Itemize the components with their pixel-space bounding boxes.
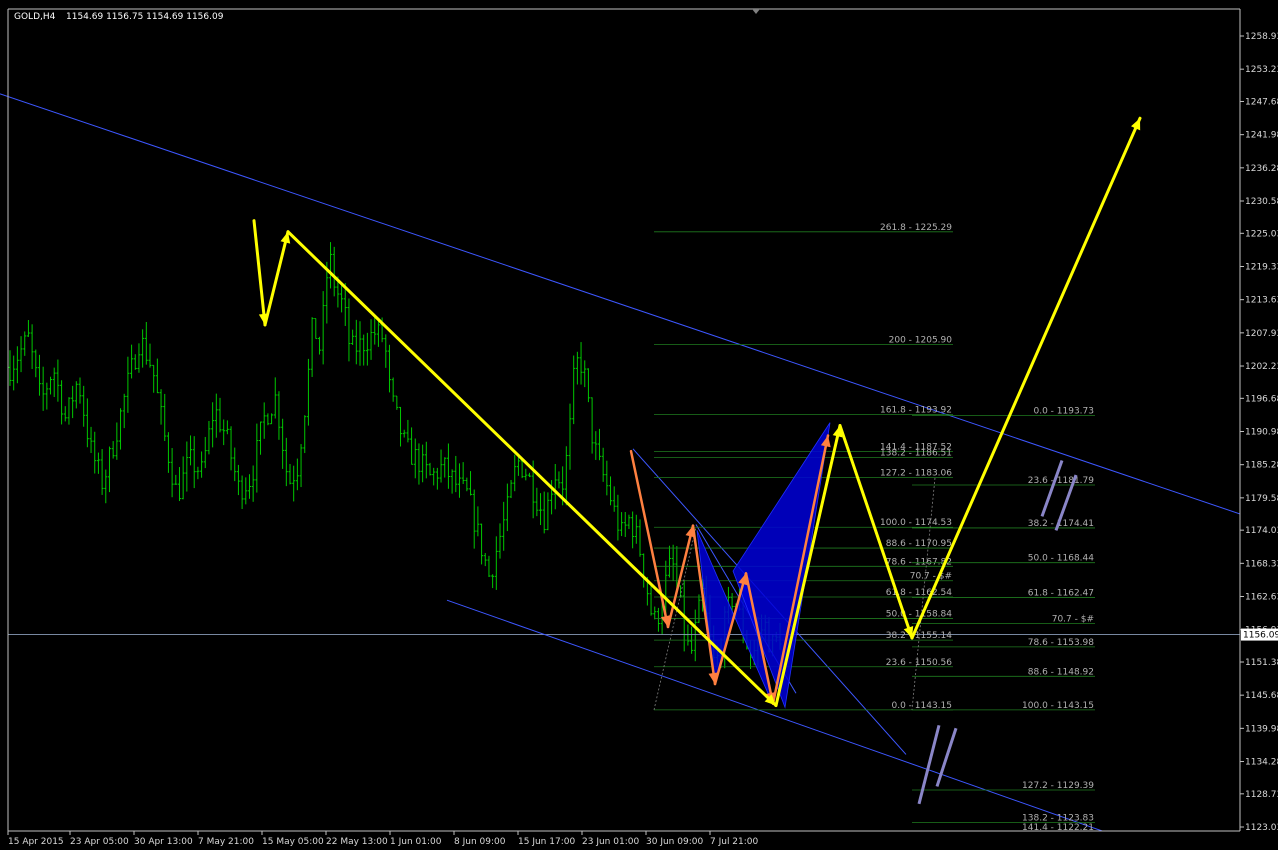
y-tick-label: 1190.98: [1245, 428, 1278, 438]
y-tick-label: 1258.93: [1245, 32, 1278, 42]
chart-background: [0, 0, 1278, 850]
fib-right-label: 23.6 - 1181.79: [1028, 476, 1094, 486]
y-tick-label: 1225.03: [1245, 229, 1278, 239]
x-tick-label: 22 May 13:00: [326, 837, 388, 847]
y-tick-label: 1196.68: [1245, 394, 1278, 404]
y-tick-label: 1168.33: [1245, 559, 1278, 569]
fib-right-label: 78.6 - 1153.98: [1028, 638, 1094, 648]
fib-right-label: 70.7 - $#: [1052, 615, 1094, 625]
x-tick-label: 15 Apr 2015: [8, 837, 64, 847]
chart-ohlc: 1154.69 1156.75 1154.69 1156.09: [66, 12, 224, 22]
fib-left-label: 200 - 1205.90: [889, 336, 953, 346]
fib-left-label: 0.0 - 1143.15: [892, 701, 953, 711]
y-tick-label: 1236.28: [1245, 164, 1278, 174]
x-tick-label: 23 Apr 05:00: [70, 837, 129, 847]
y-tick-label: 1145.68: [1245, 691, 1278, 701]
y-tick-label: 1123.03: [1245, 823, 1278, 833]
chart-title: GOLD,H4: [14, 12, 56, 22]
fib-left-label: 88.6 - 1170.95: [886, 539, 952, 549]
x-tick-label: 30 Apr 13:00: [134, 837, 193, 847]
fib-left-label: 50.0 - 1158.84: [886, 610, 952, 620]
fib-right-label: 127.2 - 1129.39: [1022, 781, 1094, 791]
y-tick-label: 1247.68: [1245, 97, 1278, 107]
fib-left-label: 23.6 - 1150.56: [886, 658, 952, 668]
y-tick-label: 1230.58: [1245, 197, 1278, 207]
x-tick-label: 7 Jul 21:00: [710, 837, 759, 847]
fib-right-label: 100.0 - 1143.15: [1022, 701, 1094, 711]
fib-left-label: 70.7 - $#: [910, 572, 952, 582]
price-axis-bg: [1240, 0, 1278, 850]
y-tick-label: 1151.38: [1245, 658, 1278, 668]
fib-right-label: 0.0 - 1193.73: [1034, 406, 1095, 416]
y-tick-label: 1241.98: [1245, 131, 1278, 141]
fib-left-label: 138.2 - 1186.51: [880, 449, 952, 459]
x-tick-label: 15 Jun 17:00: [518, 837, 575, 847]
fib-right-label: 61.8 - 1162.47: [1028, 588, 1094, 598]
y-tick-label: 1185.28: [1245, 461, 1278, 471]
y-tick-label: 1202.23: [1245, 362, 1278, 372]
last-price-label: 1156.09: [1243, 631, 1278, 641]
y-tick-label: 1134.28: [1245, 758, 1278, 768]
y-tick-label: 1253.23: [1245, 65, 1278, 75]
x-tick-label: 23 Jun 01:00: [582, 837, 639, 847]
price-chart[interactable]: 261.8 - 1225.29 200 - 1205.90 161.8 - 1193…: [0, 0, 1278, 850]
x-tick-label: 1 Jun 01:00: [390, 837, 442, 847]
fib-left-label: 261.8 - 1225.29: [880, 223, 952, 233]
y-tick-label: 1128.73: [1245, 790, 1278, 800]
y-tick-label: 1174.03: [1245, 526, 1278, 536]
y-tick-label: 1207.93: [1245, 329, 1278, 339]
fib-right-label: 50.0 - 1168.44: [1028, 554, 1094, 564]
fib-right-label: 88.6 - 1148.92: [1028, 667, 1094, 677]
x-tick-label: 8 Jun 09:00: [454, 837, 506, 847]
y-tick-label: 1162.63: [1245, 593, 1278, 603]
y-tick-label: 1139.98: [1245, 724, 1278, 734]
fib-left-label: 161.8 - 1193.92: [880, 405, 952, 415]
fib-left-label: 127.2 - 1183.06: [880, 469, 952, 479]
fib-left-label: 100.0 - 1174.53: [880, 518, 952, 528]
x-tick-label: 15 May 05:00: [262, 837, 324, 847]
x-tick-label: 7 May 21:00: [198, 837, 254, 847]
y-tick-label: 1219.33: [1245, 262, 1278, 272]
y-tick-label: 1179.58: [1245, 494, 1278, 504]
fib-left-label: 38.2 - 1155.14: [886, 631, 952, 641]
y-tick-label: 1213.63: [1245, 296, 1278, 306]
x-tick-label: 30 Jun 09:00: [646, 837, 703, 847]
